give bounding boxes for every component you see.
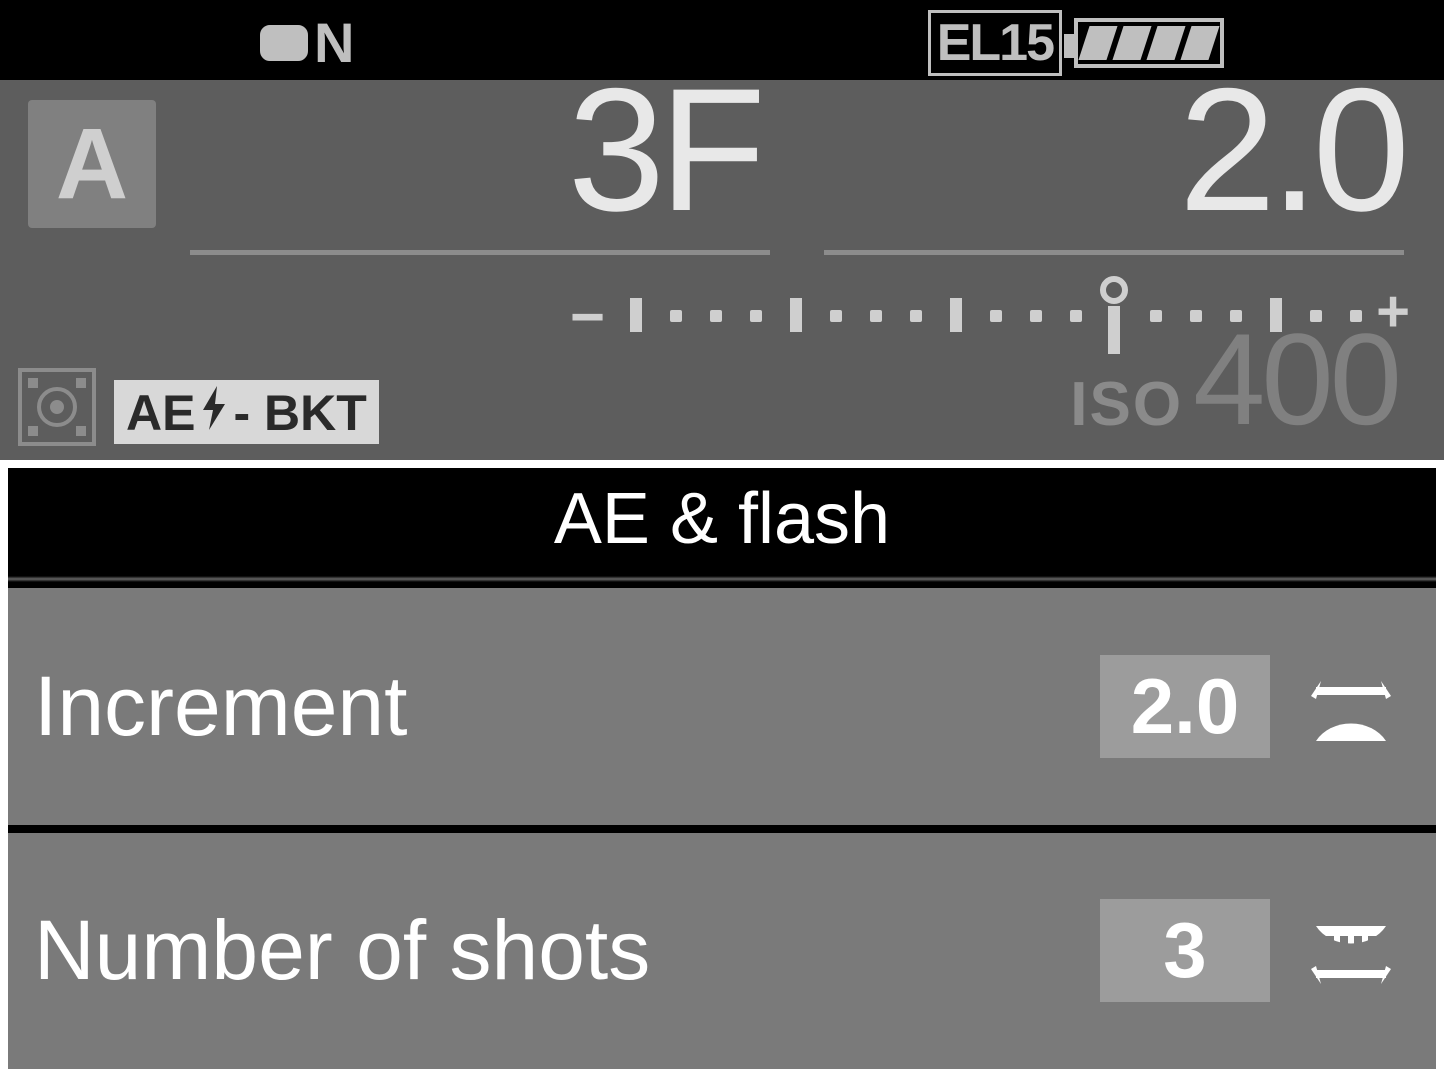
readout-underline	[824, 250, 1404, 255]
menu-row-value: 2.0	[1100, 655, 1270, 758]
scale-minus-icon: −	[570, 282, 605, 351]
bracketing-menu: AE & flash Increment 2.0	[0, 460, 1444, 1077]
metering-mode-icon	[18, 368, 96, 446]
iso-readout: ISO 400	[1070, 304, 1398, 454]
single-frame-icon	[260, 25, 308, 61]
menu-row-value: 3	[1100, 899, 1270, 1002]
iso-label: ISO	[1070, 369, 1183, 440]
menu-row-number-of-shots[interactable]: Number of shots 3	[8, 833, 1436, 1070]
bracket-increment-readout: 2.0	[994, 50, 1404, 251]
exposure-mode-letter: A	[56, 107, 128, 222]
menu-row-label: Number of shots	[34, 902, 650, 999]
menu-title: AE & flash	[8, 468, 1436, 576]
menu-row-increment[interactable]: Increment 2.0	[8, 588, 1436, 825]
flash-icon	[199, 384, 229, 442]
readout-underline	[190, 250, 770, 255]
exposure-mode-badge: A	[28, 100, 156, 228]
scale-zero-marker	[1100, 276, 1128, 304]
info-panel: A 3F 2.0 − +	[0, 80, 1444, 460]
bracketing-badge: AE - BKT	[114, 380, 379, 444]
camera-screen: N EL15 A 3F 2.0 − +	[0, 0, 1444, 1077]
bracket-frames-readout: 3F	[330, 50, 760, 251]
main-command-dial-icon	[1296, 651, 1406, 761]
bracketing-ae-text: AE	[126, 384, 195, 442]
bracketing-bkt-text: - BKT	[233, 384, 366, 442]
iso-value: 400	[1193, 304, 1398, 454]
menu-row-label: Increment	[34, 658, 408, 755]
sub-command-dial-icon	[1296, 896, 1406, 1006]
